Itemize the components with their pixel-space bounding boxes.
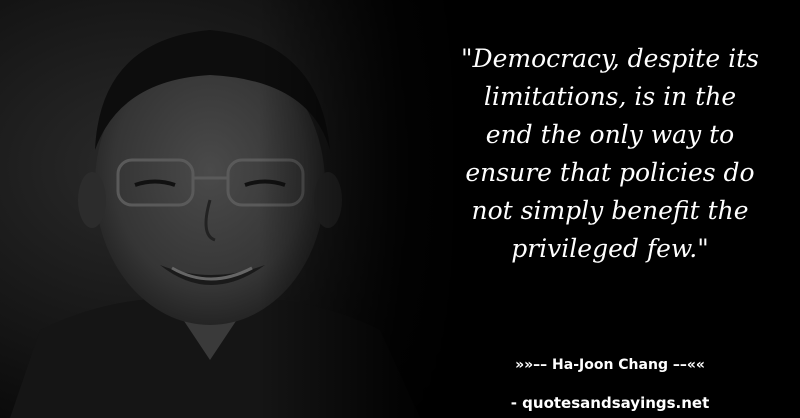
quote-line: limitations, is in the bbox=[483, 82, 737, 111]
portrait-fade-overlay bbox=[0, 0, 470, 418]
quote-line: ensure that policies do bbox=[465, 158, 755, 187]
quote-card: "Democracy, despite its limitations, is … bbox=[0, 0, 800, 418]
author-portrait bbox=[0, 0, 470, 418]
quote-author: »»–– Ha-Joon Chang ––«« bbox=[515, 357, 705, 373]
quote-text: "Democracy, despite its limitations, is … bbox=[430, 40, 790, 268]
quote-line: not simply benefit the bbox=[471, 196, 749, 225]
quote-line: "Democracy, despite its bbox=[461, 44, 759, 73]
quote-line: privileged few." bbox=[511, 234, 709, 263]
source-attribution: - quotesandsayings.net bbox=[510, 394, 710, 412]
quote-line: end the only way to bbox=[485, 120, 735, 149]
